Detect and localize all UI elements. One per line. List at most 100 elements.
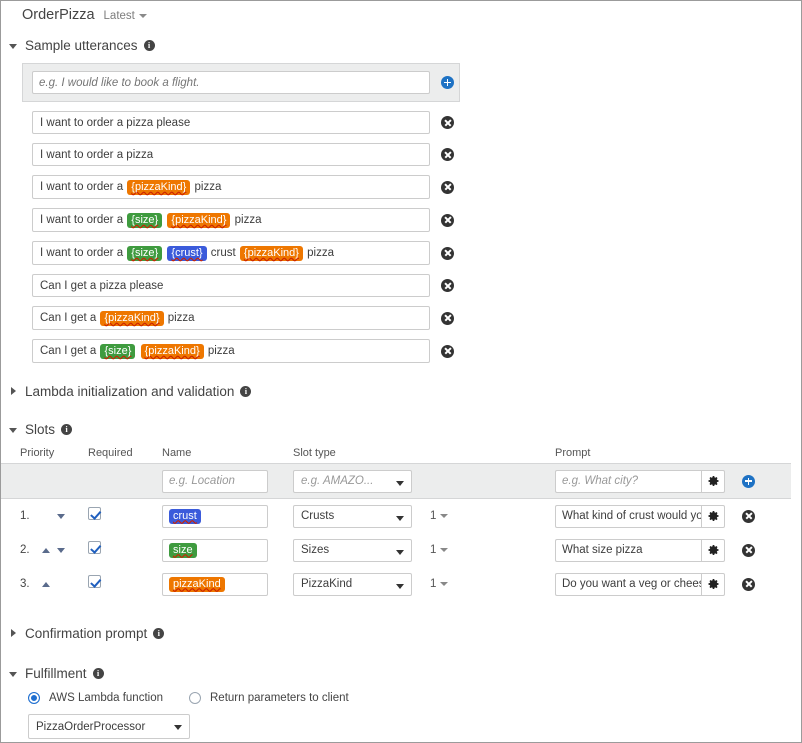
slot-prompt-input[interactable]: e.g. What city? (555, 470, 701, 493)
move-slot-down-button[interactable] (57, 514, 65, 519)
move-slot-up-button[interactable] (42, 582, 50, 587)
disclosure-triangle-closed-icon (11, 387, 16, 395)
slot-type-select[interactable]: Crusts (293, 505, 412, 528)
slot-prompt-input[interactable]: What size pizza (555, 539, 701, 562)
slot-type-cell: Sizes 1 (293, 539, 555, 562)
section-header-lambda[interactable]: Lambda initialization and validation i (1, 381, 801, 401)
utterance-text[interactable]: I want to order a pizza please (32, 111, 430, 134)
slot-token: {size} (127, 246, 162, 261)
radio-button[interactable] (189, 692, 201, 704)
utterance-list: I want to order a pizza please I want to … (1, 111, 801, 363)
slot-priority-cell: 3. (20, 578, 88, 590)
slot-name-input[interactable]: size (162, 539, 268, 562)
slot-prompt-settings-button[interactable] (701, 470, 725, 493)
lambda-function-select[interactable]: PizzaOrderProcessor (28, 714, 190, 739)
add-slot-button[interactable] (742, 475, 755, 488)
disclosure-triangle-closed-icon (11, 629, 16, 637)
intent-version-selector[interactable]: Latest (104, 10, 147, 22)
disclosure-triangle-open-icon (9, 672, 17, 677)
utterance-row: Can I get a {pizzaKind} pizza (22, 306, 460, 330)
delete-utterance-button[interactable] (441, 148, 454, 161)
fulfillment-option[interactable]: AWS Lambda function (28, 692, 163, 704)
section-header-confirmation[interactable]: Confirmation prompt i (1, 623, 801, 643)
delete-utterance-button[interactable] (441, 279, 454, 292)
section-title-confirmation: Confirmation prompt (25, 626, 147, 641)
slots-table-header: Priority Required Name Slot type Prompt (1, 447, 801, 459)
section-header-sample-utterances[interactable]: Sample utterances i (1, 35, 801, 55)
slot-prompt-input[interactable]: Do you want a veg or chees (555, 573, 701, 596)
slot-type-version-label: 1 (430, 544, 436, 556)
utterance-input[interactable] (32, 71, 430, 94)
slot-prompt-settings-button[interactable] (701, 505, 725, 528)
slot-prompt-settings-button[interactable] (701, 573, 725, 596)
utterance-text[interactable]: Can I get a pizza please (32, 274, 430, 297)
slot-prompt-settings-button[interactable] (701, 539, 725, 562)
slot-token: {pizzaKind} (167, 213, 230, 228)
gear-icon (708, 511, 719, 522)
slot-row: 2. size Sizes 1 What size pizza (1, 533, 801, 567)
slot-name-input[interactable]: e.g. Location (162, 470, 268, 493)
slot-type-version-select[interactable]: 1 (430, 578, 448, 590)
utterance-row: Can I get a {size} {pizzaKind} pizza (22, 339, 460, 363)
column-header-name: Name (162, 447, 293, 459)
slot-name-cell: crust (162, 505, 293, 528)
slot-type-version-select[interactable]: 1 (430, 544, 448, 556)
slot-new-prompt-cell: e.g. What city? (555, 470, 755, 493)
delete-utterance-button[interactable] (441, 181, 454, 194)
slot-new-type-cell: e.g. AMAZO... (293, 470, 555, 493)
section-title-sample-utterances: Sample utterances (25, 38, 138, 53)
delete-utterance-button[interactable] (441, 247, 454, 260)
slot-type-select[interactable]: Sizes (293, 539, 412, 562)
utterance-text[interactable]: I want to order a {size} {crust} crust {… (32, 241, 430, 265)
delete-slot-button[interactable] (742, 544, 755, 557)
slot-type-cell: PizzaKind 1 (293, 573, 555, 596)
utterance-text[interactable]: I want to order a {pizzaKind} pizza (32, 175, 430, 199)
intent-version-label: Latest (104, 10, 135, 22)
delete-slot-button[interactable] (742, 510, 755, 523)
delete-utterance-button[interactable] (441, 116, 454, 129)
utterance-text[interactable]: Can I get a {size} {pizzaKind} pizza (32, 339, 430, 363)
slot-token: {size} (100, 344, 135, 359)
utterance-text[interactable]: Can I get a {pizzaKind} pizza (32, 306, 430, 330)
delete-utterance-button[interactable] (441, 345, 454, 358)
section-header-fulfillment[interactable]: Fulfillment i (1, 663, 801, 683)
slot-required-checkbox[interactable] (88, 575, 101, 588)
delete-slot-button[interactable] (742, 578, 755, 591)
slot-priority-number: 2. (20, 544, 42, 556)
slot-type-version-select[interactable]: 1 (430, 510, 448, 522)
move-slot-down-button[interactable] (57, 548, 65, 553)
slot-row: 1. crust Crusts 1 What kind of crust would y… (1, 499, 801, 533)
slot-required-checkbox[interactable] (88, 541, 101, 554)
info-icon[interactable]: i (153, 628, 164, 639)
slot-priority-cell: 1. (20, 510, 88, 522)
delete-utterance-button[interactable] (441, 312, 454, 325)
info-icon[interactable]: i (61, 424, 72, 435)
slot-name-input[interactable]: pizzaKind (162, 573, 268, 596)
slot-required-checkbox[interactable] (88, 507, 101, 520)
slot-name-input[interactable]: crust (162, 505, 268, 528)
utterance-text[interactable]: I want to order a {size} {pizzaKind} piz… (32, 208, 430, 232)
radio-button[interactable] (28, 692, 40, 704)
lex-intent-editor: OrderPizza Latest Sample utterances i I … (0, 0, 802, 743)
slot-type-select[interactable]: e.g. AMAZO... (293, 470, 412, 493)
info-icon[interactable]: i (93, 668, 104, 679)
slot-name-token: size (169, 543, 197, 558)
disclosure-triangle-open-icon (9, 44, 17, 49)
slot-required-cell (88, 507, 162, 525)
slot-prompt-input[interactable]: What kind of crust would you (555, 505, 701, 528)
info-icon[interactable]: i (240, 386, 251, 397)
utterance-row: I want to order a {size} {pizzaKind} piz… (22, 208, 460, 232)
utterance-text[interactable]: I want to order a pizza (32, 143, 430, 166)
info-icon[interactable]: i (144, 40, 155, 51)
slot-type-version-label: 1 (430, 510, 436, 522)
section-header-slots[interactable]: Slots i (1, 419, 801, 439)
intent-header: OrderPizza Latest (1, 1, 801, 23)
slot-token: {pizzaKind} (127, 180, 190, 195)
slot-type-select[interactable]: PizzaKind (293, 573, 412, 596)
delete-utterance-button[interactable] (441, 214, 454, 227)
slot-name-cell: size (162, 539, 293, 562)
move-slot-up-button[interactable] (42, 548, 50, 553)
add-utterance-button[interactable] (441, 76, 454, 89)
utterance-row: Can I get a pizza please (22, 274, 460, 297)
fulfillment-option[interactable]: Return parameters to client (189, 692, 349, 704)
